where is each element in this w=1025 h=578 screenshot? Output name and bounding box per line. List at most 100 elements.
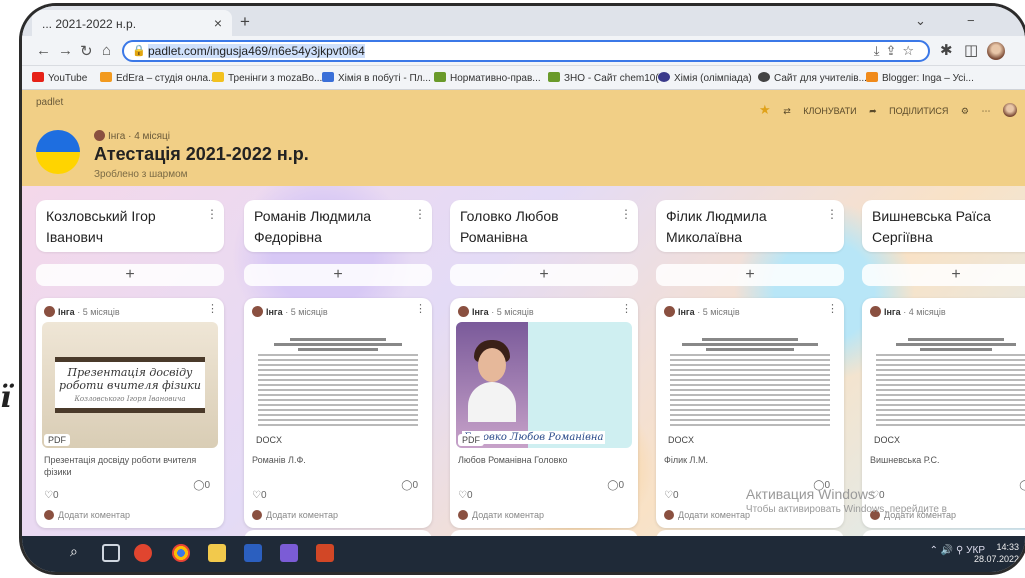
more-icon[interactable]: ⋯: [981, 106, 990, 116]
column-menu-icon[interactable]: ⋮: [414, 204, 426, 225]
profile-text-block: [528, 322, 632, 448]
task-view-icon[interactable]: [102, 544, 120, 562]
column-menu-icon[interactable]: ⋮: [620, 204, 632, 225]
post-menu-icon[interactable]: ⋮: [207, 302, 218, 315]
address-actions[interactable]: ⤓⇪☆: [874, 43, 920, 59]
reload-icon[interactable]: ↻: [80, 42, 93, 60]
viber-icon[interactable]: [280, 544, 298, 562]
post-card[interactable]: Інга · 5 місяців ⋮ Презентація досвіду р…: [36, 298, 224, 528]
post-caption: Романів Л.Ф.: [252, 455, 306, 465]
url-path: /ingusja469/n6e54y3jkpvt0i64: [206, 44, 365, 58]
browser-tab[interactable]: ... 2021-2022 н.р. ×: [32, 10, 232, 36]
chrome-icon[interactable]: [172, 544, 190, 562]
share-icon: ⇪: [885, 43, 903, 58]
forward-icon[interactable]: →: [58, 42, 73, 59]
add-comment-field[interactable]: Додати коментар: [44, 510, 130, 520]
bookmark-item[interactable]: Blogger: Inga – Усі...: [866, 72, 974, 84]
add-post-button[interactable]: +: [36, 264, 224, 286]
tab-search-icon[interactable]: ⌄: [915, 13, 926, 29]
column: Головко Любов Романівна ⋮ + Інга · 5 міс…: [450, 200, 638, 528]
bookmark-item[interactable]: ЗНО - Сайт chem10(: [548, 72, 659, 84]
slide-subtitle: Козловського Ігоря Івановича: [74, 395, 186, 403]
tab-bar: ... 2021-2022 н.р. × + ⌄ −: [22, 6, 1025, 36]
search-icon[interactable]: ⌕: [70, 543, 88, 561]
add-post-button[interactable]: +: [450, 264, 638, 286]
back-icon[interactable]: ←: [36, 42, 51, 59]
bookmark-item[interactable]: Сайт для учителів...: [758, 72, 867, 84]
star-icon[interactable]: ★: [759, 102, 771, 117]
bookmark-item[interactable]: EdEra – студія онла...: [100, 72, 216, 84]
tree-icon: [434, 72, 446, 82]
lock-icon[interactable]: 🔒: [132, 44, 146, 57]
comment-count[interactable]: ◯0: [607, 480, 624, 491]
post-menu-icon[interactable]: ⋮: [415, 302, 426, 315]
powerpoint-icon[interactable]: [316, 544, 334, 562]
attachment-preview[interactable]: Головко Любов Романівна: [456, 322, 632, 448]
column: Вишневська Раїса Сергіївна ⋮ + Інга · 4 …: [862, 200, 1025, 528]
add-post-button[interactable]: +: [244, 264, 432, 286]
youtube-icon: [32, 72, 44, 82]
home-icon[interactable]: ⌂: [102, 42, 111, 59]
column-header[interactable]: Козловський Ігор Іванович ⋮: [36, 200, 224, 252]
side-panel-icon[interactable]: ◫: [964, 41, 978, 59]
board-author: Інга · 4 місяці: [94, 130, 170, 142]
clone-button[interactable]: ⇄ КЛОНУВАТИ: [783, 106, 856, 116]
comment-count[interactable]: ◯0: [1019, 480, 1025, 491]
post-menu-icon[interactable]: ⋮: [621, 302, 632, 315]
like-button[interactable]: ♡0: [252, 490, 267, 501]
circle-icon: [658, 72, 670, 82]
address-bar[interactable]: 🔒 padlet.com/ingusja469/n6e54y3jkpvt0i64…: [122, 40, 930, 62]
opera-icon[interactable]: [134, 544, 152, 562]
bookmark-item[interactable]: Хімія (олімпіада): [658, 72, 752, 84]
bulb-icon: [212, 72, 224, 82]
close-tab-icon[interactable]: ×: [214, 15, 222, 31]
minimize-icon[interactable]: −: [967, 13, 975, 28]
bookmark-item[interactable]: YouTube: [32, 72, 87, 84]
profile-avatar[interactable]: [987, 42, 1005, 60]
add-post-button[interactable]: +: [862, 264, 1025, 286]
post-card[interactable]: Інга · 5 місяців ⋮ Головко Любов Романів…: [450, 298, 638, 528]
board-actions: ★ ⇄ КЛОНУВАТИ ➦ ПОДІЛИТИСЯ ⚙ ⋯: [749, 102, 1017, 118]
like-button[interactable]: ♡0: [458, 490, 473, 501]
add-post-button[interactable]: +: [656, 264, 844, 286]
like-button[interactable]: ♡0: [44, 490, 59, 501]
column-title: Романівна: [460, 229, 528, 245]
column-header[interactable]: Вишневська Раїса Сергіївна ⋮: [862, 200, 1025, 252]
comment-count[interactable]: ◯0: [193, 480, 210, 491]
column-header[interactable]: Романів Людмила Федорівна ⋮: [244, 200, 432, 252]
attachment-preview[interactable]: [662, 322, 838, 448]
new-tab-icon[interactable]: +: [240, 12, 250, 32]
column-menu-icon[interactable]: ⋮: [206, 204, 218, 225]
add-comment-field[interactable]: Додати коментар: [458, 510, 544, 520]
attachment-preview[interactable]: Презентація досвіду роботи вчителя фізик…: [42, 322, 218, 448]
bookmark-item[interactable]: Тренінги з mozaBo...: [212, 72, 322, 84]
extensions-icon[interactable]: ✱: [940, 41, 953, 59]
user-avatar[interactable]: [1003, 103, 1017, 117]
comment-count[interactable]: ◯0: [401, 480, 418, 491]
column-header[interactable]: Філик Людмила Миколаївна ⋮: [656, 200, 844, 252]
column: Філик Людмила Миколаївна ⋮ + Інга · 5 мі…: [656, 200, 844, 528]
globe-icon: [758, 72, 770, 82]
attachment-preview[interactable]: [868, 322, 1025, 448]
bookmark-item[interactable]: Нормативно-прав...: [434, 72, 541, 84]
like-button[interactable]: ♡0: [664, 490, 679, 501]
share-button[interactable]: ➦ ПОДІЛИТИСЯ: [869, 106, 948, 116]
column-title: Сергіївна: [872, 229, 933, 245]
column-menu-icon[interactable]: ⋮: [826, 204, 838, 225]
settings-icon[interactable]: ⚙: [961, 106, 969, 116]
board-title: Атестація 2021-2022 н.р.: [94, 144, 309, 164]
file-type-badge: PDF: [458, 434, 484, 446]
add-comment-field[interactable]: Додати коментар: [664, 510, 750, 520]
post-caption: Вишневська Р.С.: [870, 455, 940, 465]
column-header[interactable]: Головко Любов Романівна ⋮: [450, 200, 638, 252]
attachment-preview[interactable]: [250, 322, 426, 448]
post-menu-icon[interactable]: ⋮: [827, 302, 838, 315]
column-title: Вишневська Раїса: [872, 208, 991, 224]
file-explorer-icon[interactable]: [208, 544, 226, 562]
bookmark-item[interactable]: Хімія в побуті - Пл...: [322, 72, 431, 84]
post-card[interactable]: Інга · 5 місяців ⋮ DOCX Романів Л.Ф. ♡0 …: [244, 298, 432, 528]
add-comment-field[interactable]: Додати коментар: [252, 510, 338, 520]
word-icon[interactable]: [244, 544, 262, 562]
padlet-logo[interactable]: padlet: [36, 97, 63, 108]
clock[interactable]: 14:33 28.07.2022: [974, 541, 1019, 565]
